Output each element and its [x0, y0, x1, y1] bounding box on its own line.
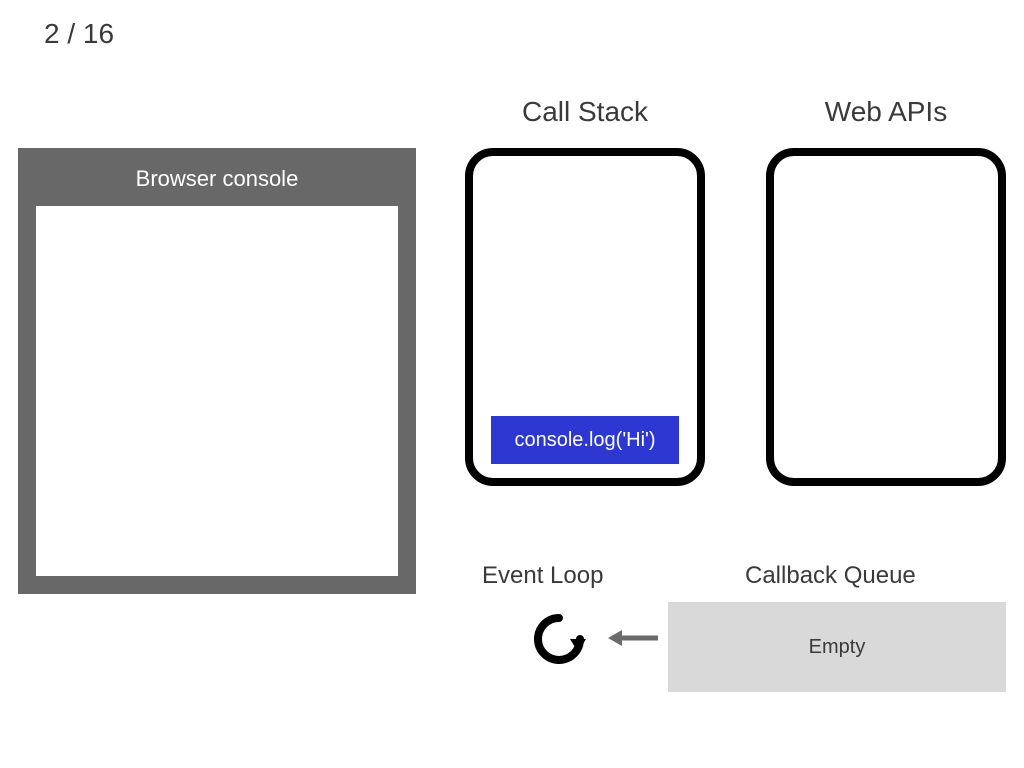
loop-icon — [532, 612, 586, 666]
callback-queue-box: Empty — [668, 602, 1006, 692]
browser-console-body — [36, 206, 398, 576]
browser-console-panel: Browser console — [18, 148, 416, 594]
event-loop-heading: Event Loop — [482, 562, 603, 590]
web-apis-box — [766, 148, 1006, 486]
callback-queue-label: Empty — [809, 636, 866, 659]
call-stack-heading: Call Stack — [465, 96, 705, 128]
web-apis-heading: Web APIs — [766, 96, 1006, 128]
browser-console-title: Browser console — [18, 148, 416, 206]
stack-frame: console.log('Hi') — [491, 416, 679, 464]
page-counter: 2 / 16 — [44, 18, 114, 50]
callback-queue-heading: Callback Queue — [745, 562, 916, 590]
call-stack-box: console.log('Hi') — [465, 148, 705, 486]
arrow-left-icon — [608, 626, 660, 650]
